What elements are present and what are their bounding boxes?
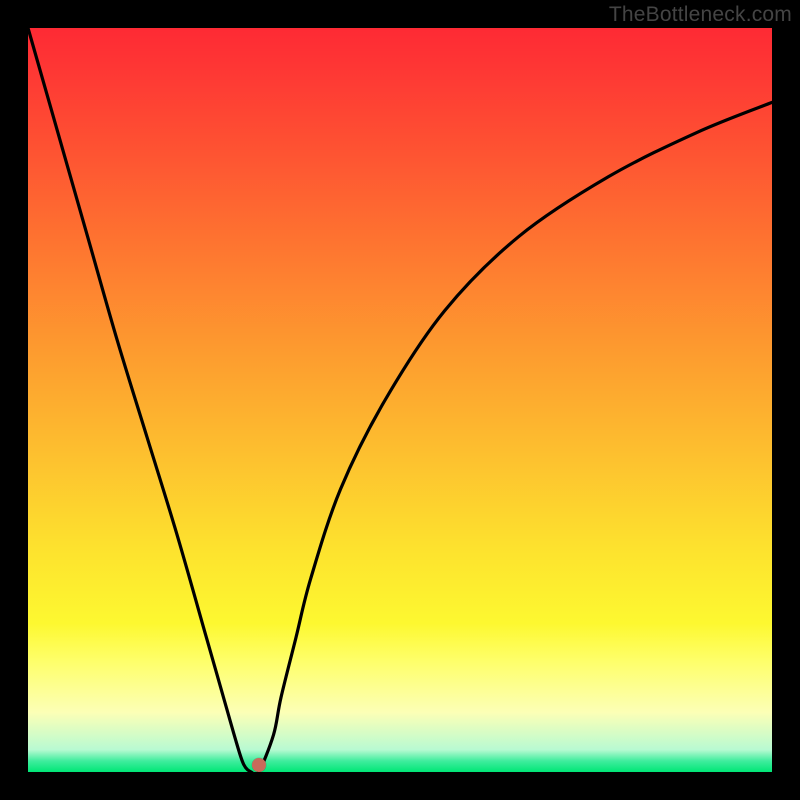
plot-inner [28,28,772,772]
curve-path [28,28,772,775]
chart-stage: TheBottleneck.com [0,0,800,800]
marker-dot [252,758,266,772]
watermark-text: TheBottleneck.com [609,3,792,27]
curve-svg [28,28,772,772]
plot-area [28,28,772,772]
